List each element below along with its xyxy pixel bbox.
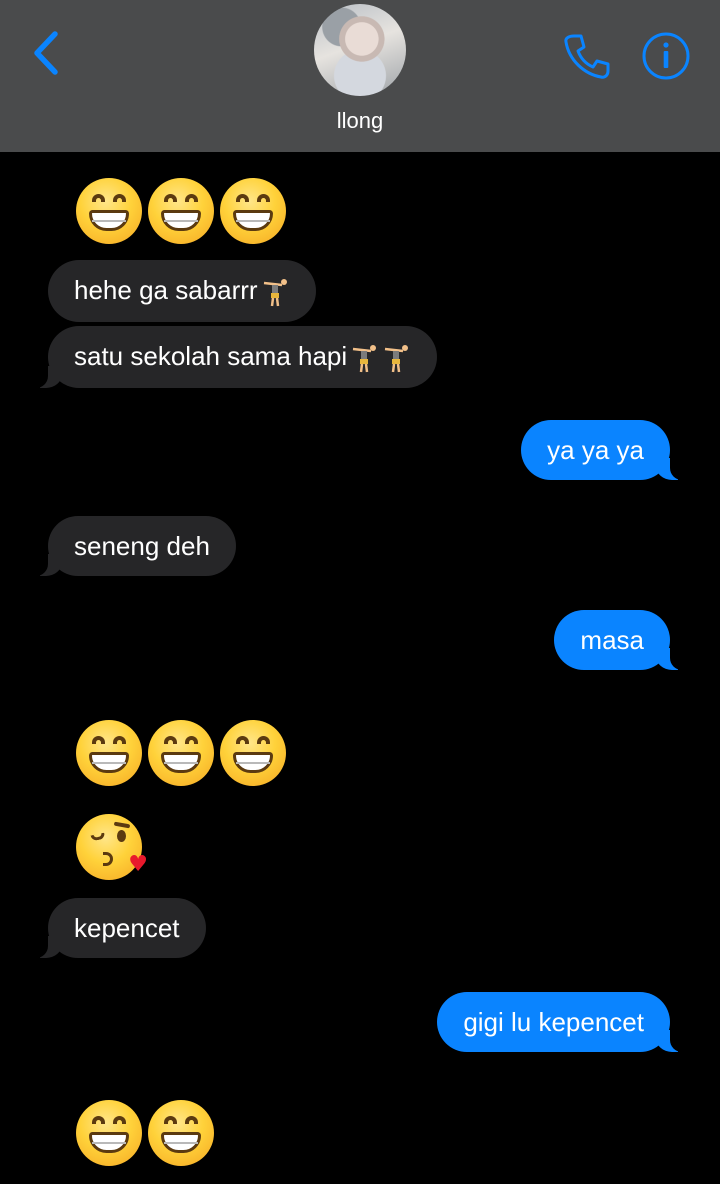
message-text: gigi lu kepencet bbox=[463, 1007, 644, 1037]
outgoing-message-bubble[interactable]: gigi lu kepencet bbox=[437, 992, 688, 1052]
grinning-face-icon bbox=[76, 178, 142, 244]
emoji-message[interactable] bbox=[76, 1100, 214, 1166]
emoji-message[interactable] bbox=[76, 720, 286, 786]
grinning-face-icon bbox=[76, 720, 142, 786]
message-text: satu sekolah sama hapi bbox=[74, 341, 348, 371]
info-icon bbox=[642, 32, 690, 80]
chevron-left-icon bbox=[34, 31, 58, 75]
contact-avatar[interactable] bbox=[314, 4, 406, 96]
grinning-face-icon bbox=[220, 720, 286, 786]
message-text: masa bbox=[580, 625, 644, 655]
grinning-face-icon bbox=[148, 1100, 214, 1166]
incoming-message-bubble[interactable]: seneng deh bbox=[30, 516, 236, 576]
person-cartwheeling-icon bbox=[353, 345, 377, 373]
message-text: ya ya ya bbox=[547, 435, 644, 465]
emoji-message[interactable]: ♥ bbox=[76, 814, 148, 880]
message-text: kepencet bbox=[74, 913, 180, 943]
person-cartwheeling-icon bbox=[385, 345, 409, 373]
face-blowing-kiss-icon: ♥ bbox=[76, 814, 148, 880]
back-button[interactable] bbox=[26, 28, 66, 78]
incoming-message-bubble[interactable]: kepencet bbox=[30, 898, 206, 958]
incoming-message-bubble[interactable]: satu sekolah sama hapi bbox=[29, 326, 438, 389]
grinning-face-icon bbox=[148, 720, 214, 786]
person-cartwheeling-icon bbox=[263, 279, 287, 307]
grinning-face-icon bbox=[220, 178, 286, 244]
incoming-message-bubble[interactable]: hehe ga sabarrr bbox=[48, 260, 316, 323]
call-button[interactable] bbox=[560, 30, 612, 82]
emoji-message[interactable] bbox=[76, 178, 286, 244]
phone-icon bbox=[564, 34, 610, 79]
grinning-face-icon bbox=[76, 1100, 142, 1166]
info-button[interactable] bbox=[640, 30, 692, 82]
message-text: seneng deh bbox=[74, 531, 210, 561]
outgoing-message-bubble[interactable]: masa bbox=[554, 610, 688, 670]
contact-name[interactable]: llong bbox=[0, 108, 720, 134]
outgoing-message-bubble[interactable]: ya ya ya bbox=[521, 420, 688, 480]
message-text: hehe ga sabarrr bbox=[74, 275, 258, 305]
conversation-header: llong bbox=[0, 0, 720, 152]
grinning-face-icon bbox=[148, 178, 214, 244]
